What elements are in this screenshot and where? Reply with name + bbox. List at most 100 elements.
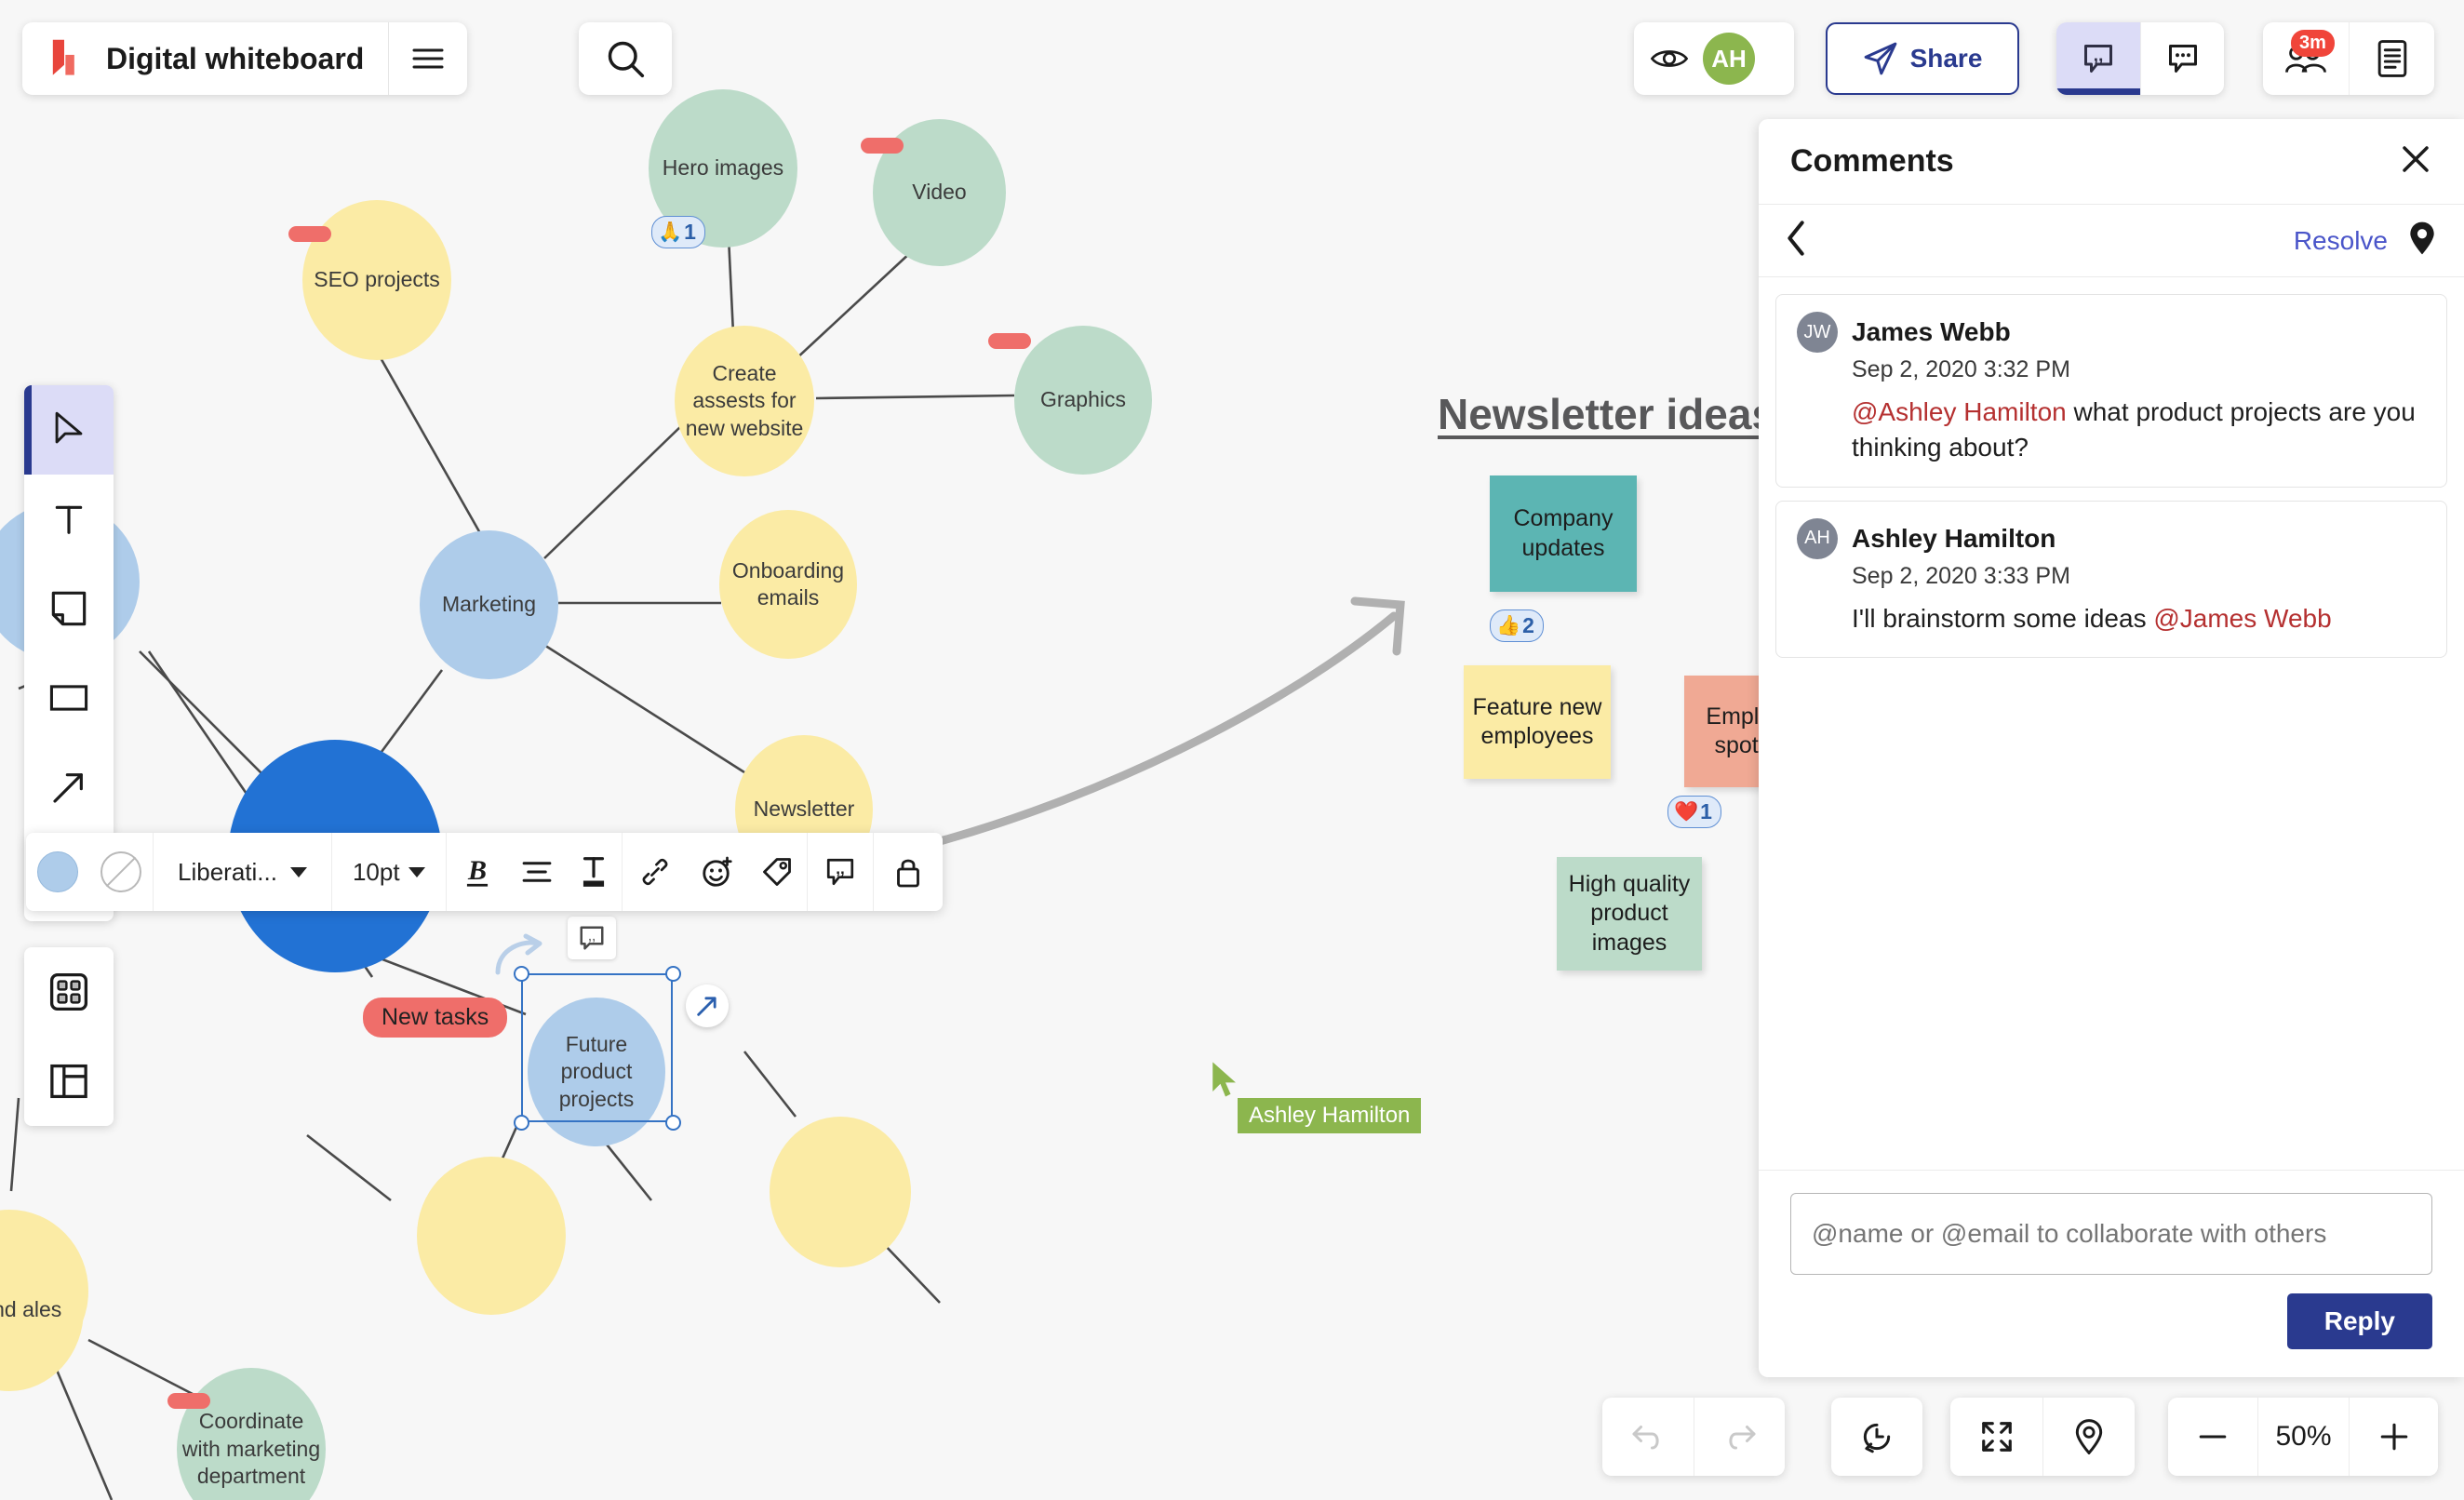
emoji-add-icon [702,856,732,887]
no-line-icon [100,851,141,892]
select-tool[interactable] [24,385,114,475]
shape-library-tool[interactable] [24,947,114,1037]
templates-tool[interactable] [24,1037,114,1126]
map-pin-icon [2410,221,2434,255]
rotate-icon[interactable] [489,931,544,986]
mindmap-node[interactable]: Create assests for new website [675,326,814,476]
fill-color-button[interactable] [26,833,89,911]
avatar: AH [1703,33,1755,85]
shape-tool[interactable] [24,653,114,743]
font-size-select[interactable]: 10pt [330,833,446,911]
comment-item[interactable]: AH Ashley Hamilton Sep 2, 2020 3:33 PM I… [1775,500,2447,659]
search-button[interactable] [579,22,672,95]
board-title-wrap[interactable]: Digital whiteboard [102,22,390,95]
version-history-clock-icon [1863,1423,1891,1453]
node-tag-bar[interactable] [861,138,904,154]
reaction-count: 1 [1700,799,1712,824]
zoom-level-display[interactable]: 50% [2257,1398,2349,1476]
version-history-button[interactable] [1831,1398,1922,1476]
search-icon [608,41,645,78]
reaction-pray-1[interactable]: 🙏 1 [651,216,705,248]
comments-panel-header: Comments [1759,119,2464,205]
map-pin-icon [2075,1419,2103,1454]
bold-button[interactable]: B [445,833,508,911]
sticky-note[interactable]: Feature new employees [1464,665,1611,779]
locate-comment-button[interactable] [2408,221,2436,261]
tag-icon [762,858,791,886]
comment-author: James Webb [1852,317,2011,346]
cursor-arrow-icon [1212,1062,1236,1097]
sticky-note[interactable]: Company updates [1490,475,1637,592]
reaction-heart-1[interactable]: ❤️ 1 [1667,796,1721,828]
app-logo[interactable] [22,22,102,95]
close-comments-button[interactable] [2399,142,2432,181]
emoji-button[interactable] [688,833,747,911]
line-tool[interactable] [24,743,114,832]
node-tag-bar[interactable] [288,226,331,242]
undo-button[interactable] [1602,1398,1694,1476]
svg-text:B: B [467,854,487,886]
selection-handle-br[interactable] [665,1115,681,1131]
align-button[interactable] [508,833,566,911]
mindmap-node[interactable]: Marketing [420,530,558,679]
link-button[interactable] [621,833,688,911]
selection-handle-tr[interactable] [665,966,681,982]
share-button[interactable]: Share [1826,22,2019,95]
svg-text:,,: ,, [588,929,596,944]
hamburger-menu-icon [412,48,444,69]
text-tool[interactable] [24,475,114,564]
redo-arrow-icon [1728,1426,1755,1450]
layout-panels-icon [50,1064,87,1099]
mindmap-node-label: Graphics [1039,387,1127,412]
notes-button[interactable] [2349,22,2434,95]
visibility-button[interactable] [1634,22,1701,95]
node-tag-bar[interactable] [167,1393,210,1409]
font-family-value: Liberati... [178,857,277,886]
text-color-button[interactable] [566,833,622,911]
collaborators-button[interactable]: 3m [2263,22,2349,95]
mindmap-node[interactable]: SEO projects [302,200,451,360]
redo-button[interactable] [1694,1398,1785,1476]
undo-redo-group [1602,1398,1785,1476]
node-tag-bar[interactable] [988,333,1031,349]
whiteboard-app: Hero images Video SEO projects Create asses… [0,0,2464,1500]
board-title-bar: Digital whiteboard [22,22,468,95]
resolve-button[interactable]: Resolve [2294,226,2388,256]
lock-button[interactable] [872,833,943,911]
back-button[interactable] [1785,220,1807,261]
tab-comments[interactable]: ,, [2056,22,2140,95]
tab-chat[interactable] [2140,22,2224,95]
reaction-thumbsup-2[interactable]: 👍 2 [1490,609,1544,642]
add-comment-button[interactable]: ,, [806,833,873,911]
sticky-note[interactable]: High quality product images [1557,857,1702,971]
node-comment-badge[interactable]: ,, [568,917,616,959]
mindmap-node[interactable]: Graphics [1014,326,1152,475]
current-user-avatar[interactable]: AH [1701,22,1772,95]
selection-handle-bl[interactable] [514,1115,529,1131]
chat-dots-icon [2168,45,2197,73]
line-color-button[interactable] [89,833,153,911]
mention-link[interactable]: @Ashley Hamilton [1852,397,2067,426]
reply-input[interactable] [1790,1193,2432,1275]
tag-button[interactable] [747,833,807,911]
history-group [1831,1398,1922,1476]
connect-arrow-button[interactable] [686,984,729,1027]
font-family-select[interactable]: Liberati... [153,833,331,911]
zoom-in-button[interactable] [2349,1398,2438,1476]
comment-item[interactable]: JW James Webb Sep 2, 2020 3:32 PM @Ashle… [1775,294,2447,488]
remote-cursor-label: Ashley Hamilton [1238,1098,1422,1133]
mention-link[interactable]: @James Webb [2153,604,2331,633]
mindmap-node[interactable] [770,1117,911,1267]
zoom-out-button[interactable] [2168,1398,2257,1476]
minus-icon [2199,1435,2227,1439]
new-tasks-pill[interactable]: New tasks [363,998,508,1038]
reply-button[interactable]: Reply [2286,1293,2432,1349]
fit-to-screen-button[interactable] [1950,1398,2042,1476]
sticky-note-tool[interactable] [24,564,114,653]
board-menu-button[interactable] [389,22,467,95]
mindmap-node[interactable] [417,1157,566,1315]
mindmap-node-label: Marketing [442,592,536,617]
minimap-button[interactable] [2042,1398,2135,1476]
eye-icon [1651,50,1688,67]
mindmap-node[interactable]: Onboarding emails [719,510,857,659]
